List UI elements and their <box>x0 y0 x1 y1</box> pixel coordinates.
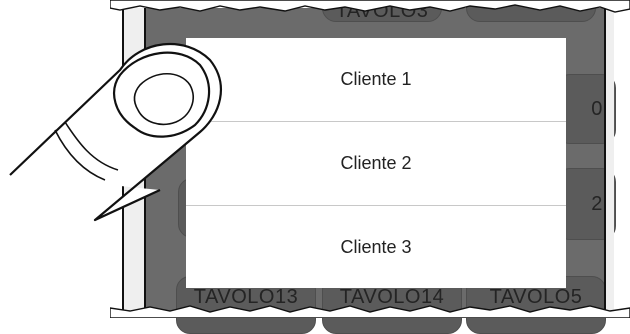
client-option-label: Cliente 3 <box>340 237 412 257</box>
torn-edge-bottom <box>110 305 630 318</box>
client-option-label: Cliente 1 <box>340 69 412 89</box>
tile-label: 2 <box>591 192 603 215</box>
torn-edge-top <box>110 0 630 13</box>
client-option-1[interactable]: Cliente 1 <box>186 38 566 121</box>
device-frame-right <box>604 8 614 314</box>
finger-icon <box>9 42 222 222</box>
illustration: TAVOLO3 0 2 TAVOLO13 TAVOLO14 TAVOLO5 Cl… <box>0 0 630 334</box>
client-option-label: Cliente 2 <box>340 153 412 173</box>
client-option-3[interactable]: Cliente 3 <box>186 206 566 289</box>
client-picker-popup: Cliente 1 Cliente 2 Cliente 3 <box>186 38 566 288</box>
tile-label: 0 <box>591 97 603 120</box>
client-option-2[interactable]: Cliente 2 <box>186 122 566 205</box>
